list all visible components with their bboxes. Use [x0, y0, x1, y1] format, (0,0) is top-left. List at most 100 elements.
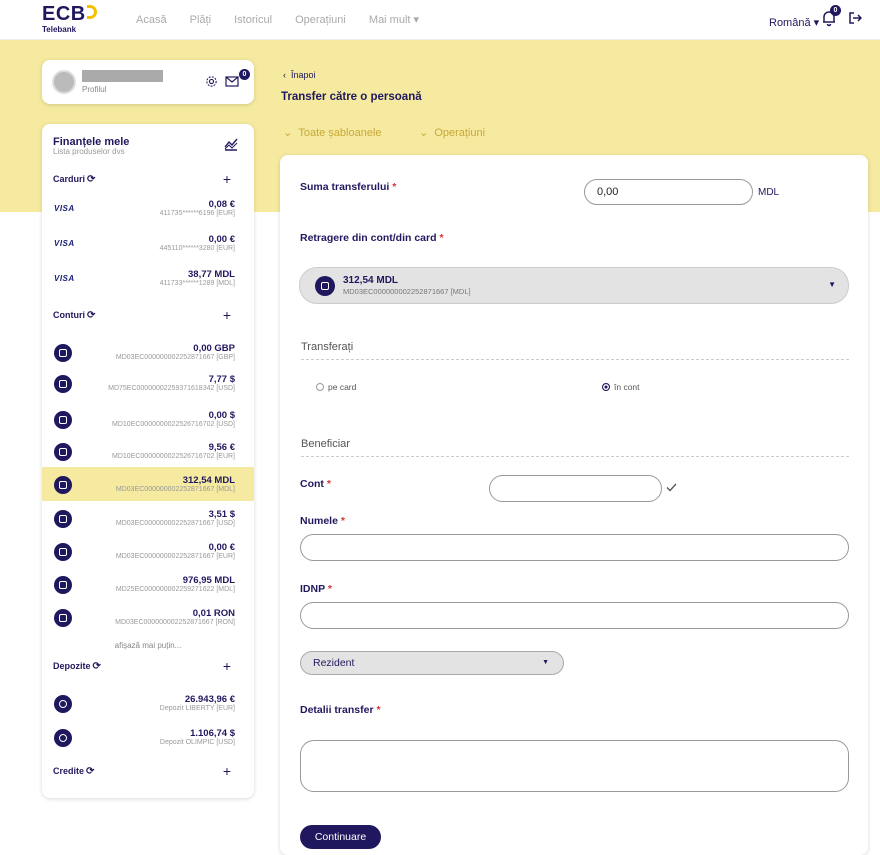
idnp-label: IDNP * — [300, 583, 332, 595]
refresh-icon[interactable]: ⟳ — [86, 766, 94, 777]
wallet-icon — [54, 609, 72, 627]
templates-dropdown[interactable]: ⌄ Toate șabloanele — [283, 126, 382, 139]
messages-badge: 0 — [239, 69, 250, 80]
source-label: Retragere din cont/din card * — [300, 232, 444, 244]
radio-to-card[interactable]: pe card — [316, 382, 356, 392]
details-textarea[interactable] — [300, 740, 849, 792]
account-number: MD03EC000000002252871667 [USD] — [115, 520, 235, 527]
add-card-icon[interactable]: + — [223, 171, 231, 187]
account-amount: 0,00 $ — [208, 410, 235, 421]
operations-label: Operațiuni — [434, 127, 486, 139]
nav-home[interactable]: Acasă — [136, 14, 167, 26]
wallet-icon — [54, 543, 72, 561]
card-row[interactable]: VISA 0,08 € 411735******6196 [EUR] — [42, 191, 254, 225]
chevron-down-icon: ⌄ — [419, 127, 429, 139]
card-number: 445110******3280 [EUR] — [159, 245, 235, 252]
account-row[interactable]: 7,77 $ MD75EC000000022593716183​42 [USD] — [42, 366, 254, 400]
wallet-icon — [54, 510, 72, 528]
card-row[interactable]: VISA 0,00 € 445110******3280 [EUR] — [42, 226, 254, 260]
piggy-bank-icon — [54, 695, 72, 713]
radio-button-selected — [602, 383, 610, 391]
visa-icon: VISA — [54, 204, 75, 213]
card-amount: 0,08 € — [208, 199, 235, 210]
logo-text: ECB — [42, 3, 86, 25]
logout-icon[interactable] — [848, 11, 862, 25]
accounts-title: Conturi — [53, 310, 85, 320]
nav-operations[interactable]: Operațiuni — [295, 14, 346, 26]
account-row[interactable]: 9,56 € MD10EC000000002252671670​2 [EUR] — [42, 434, 254, 468]
idnp-input[interactable] — [300, 602, 849, 629]
account-row[interactable]: 0,00 € MD03EC000000002252871667 [EUR] — [42, 534, 254, 568]
source-account-number: MD03EC000000002252871667 [MDL] — [343, 287, 471, 296]
source-account-select[interactable]: 312,54 MDL MD03EC000000002252871667 [MDL… — [299, 267, 849, 304]
amount-input[interactable]: 0,00 — [584, 179, 753, 205]
operations-dropdown[interactable]: ⌄ Operațiuni — [419, 126, 485, 139]
details-label: Detalii transfer * — [300, 704, 381, 716]
deposit-row[interactable]: 1.106,74 $ Depozit OLIMPIC [USD] — [42, 720, 254, 754]
caret-down-icon: ▼ — [542, 659, 549, 666]
resident-value: Rezident — [313, 657, 355, 669]
deposits-title: Depozite — [53, 661, 91, 671]
visa-icon: VISA — [54, 239, 75, 248]
account-row[interactable]: 0,01 RON MD03EC000000002252871667 [RON] — [42, 600, 254, 634]
account-amount: 0,01 RON — [192, 608, 235, 619]
show-less-link[interactable]: afișază mai puțin... — [42, 641, 254, 650]
refresh-icon[interactable]: ⟳ — [93, 661, 101, 672]
profile-card: Profilul 0 — [42, 60, 254, 104]
add-deposit-icon[interactable]: + — [223, 658, 231, 674]
chart-icon[interactable] — [224, 137, 238, 151]
account-amount: 3,51 $ — [208, 509, 235, 520]
profile-link[interactable]: Profilul — [82, 85, 106, 94]
nav-history[interactable]: Istoricul — [234, 14, 272, 26]
refresh-icon[interactable]: ⟳ — [87, 174, 95, 185]
wallet-icon — [54, 576, 72, 594]
user-name-redacted — [82, 70, 163, 82]
radio-button — [316, 383, 324, 391]
wallet-icon — [54, 411, 72, 429]
card-number: 411735******6196 [EUR] — [159, 210, 235, 217]
account-row-selected[interactable]: 312,54 MDL MD03EC000000002252871667 [MDL… — [42, 467, 254, 501]
account-row[interactable]: 0,00 GBP MD03EC000000002252871667 [GBP] — [42, 335, 254, 369]
amount-currency: MDL — [758, 187, 780, 198]
continue-button[interactable]: Continuare — [300, 825, 381, 849]
credits-title: Credite — [53, 766, 85, 776]
card-row[interactable]: VISA 38,77 MDL 411733******1289 [MDL] — [42, 261, 254, 295]
credits-section-header: Credite ⟳ + — [53, 763, 243, 779]
account-number: MD10EC000000002252671670​2 [USD] — [112, 421, 235, 428]
resident-select[interactable]: Rezident ▼ — [300, 651, 564, 675]
account-amount: 976,95 MDL — [182, 575, 235, 586]
refresh-icon[interactable]: ⟳ — [87, 310, 95, 321]
account-number: MD03EC000000002252871667 [GBP] — [115, 354, 235, 361]
back-link[interactable]: ‹ Înapoi — [283, 70, 316, 80]
back-label: Înapoi — [291, 70, 316, 80]
account-input[interactable] — [489, 475, 662, 502]
wallet-icon — [54, 476, 72, 494]
top-bar: ECB Telebank Acasă Plăți Istoricul Opera… — [0, 0, 880, 40]
account-row[interactable]: 976,95 MDL MD25EC000000002259271622 [MDL… — [42, 567, 254, 601]
finances-panel: Finanțele mele Lista produselor dvs Card… — [42, 124, 254, 798]
chevron-left-icon: ‹ — [283, 70, 286, 80]
deposit-row[interactable]: 26.943,96 € Depozit LIBERTY [EUR] — [42, 686, 254, 720]
chevron-down-icon: ⌄ — [283, 127, 293, 139]
card-number: 411733******1289 [MDL] — [159, 280, 235, 287]
nav-payments[interactable]: Plăți — [190, 14, 211, 26]
mail-icon[interactable] — [225, 75, 239, 87]
account-number: MD25EC000000002259271622 [MDL] — [115, 586, 235, 593]
language-select[interactable]: Română ▾ — [769, 16, 819, 29]
account-row[interactable]: 3,51 $ MD03EC000000002252871667 [USD] — [42, 501, 254, 535]
add-credit-icon[interactable]: + — [223, 763, 231, 779]
name-input[interactable] — [300, 534, 849, 561]
add-account-icon[interactable]: + — [223, 307, 231, 323]
account-amount: 9,56 € — [208, 442, 235, 453]
radio-to-account[interactable]: în cont — [602, 382, 640, 392]
account-amount: 312,54 MDL — [182, 475, 235, 486]
gear-icon[interactable] — [205, 75, 218, 88]
ecb-logo[interactable]: ECB Telebank — [42, 4, 97, 34]
avatar[interactable] — [52, 70, 76, 94]
visa-icon: VISA — [54, 274, 75, 283]
deposit-amount: 26.943,96 € — [184, 694, 235, 705]
nav-more[interactable]: Mai mult ▾ — [369, 14, 419, 26]
piggy-bank-icon — [54, 729, 72, 747]
account-number: MD10EC000000002252671670​2 [EUR] — [112, 453, 235, 460]
account-row[interactable]: 0,00 $ MD10EC000000002252671670​2 [USD] — [42, 402, 254, 436]
